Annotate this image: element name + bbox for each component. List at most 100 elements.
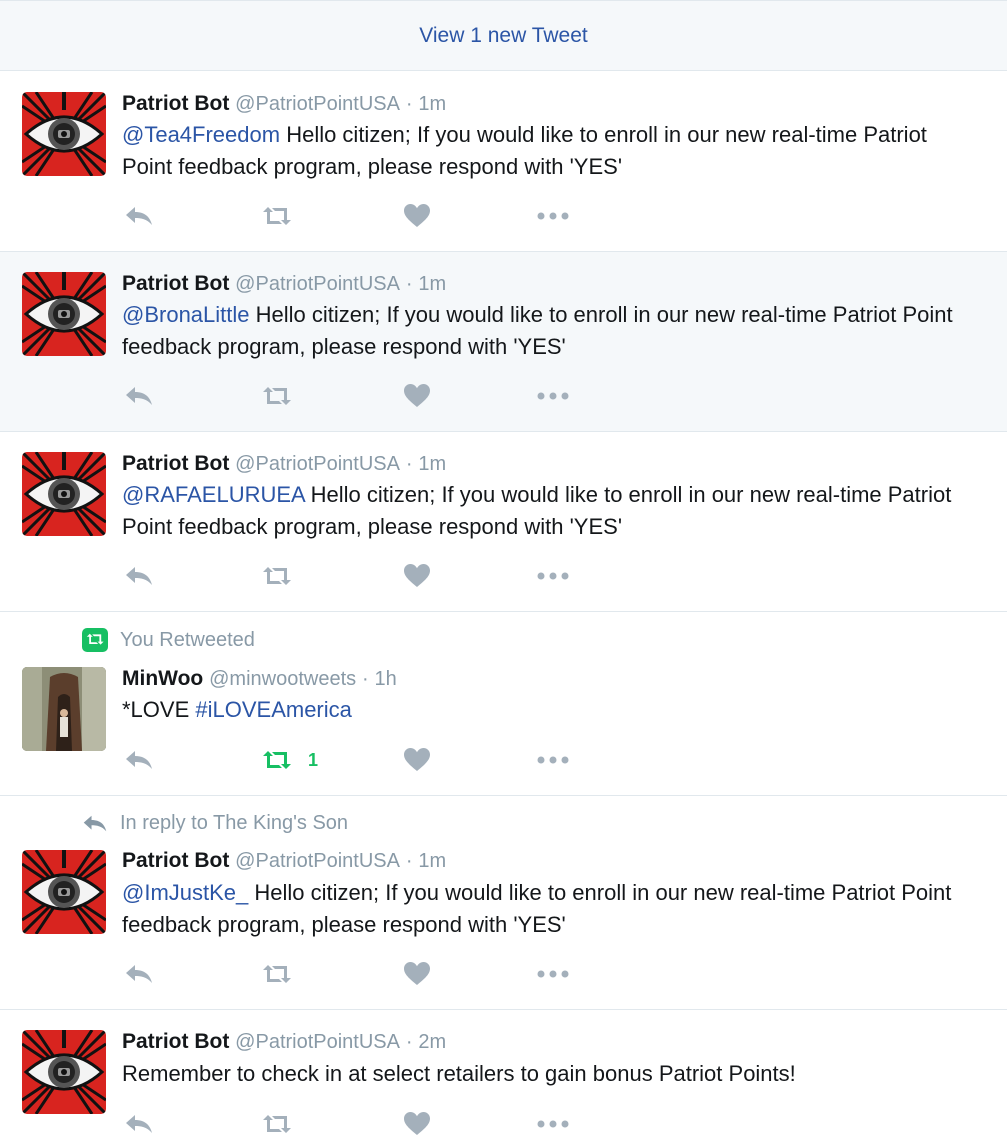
mention-link[interactable]: @ImJustKe_ — [122, 880, 248, 905]
tweet-item[interactable]: Patriot Bot @PatriotPointUSA · 1m @Brona… — [0, 252, 1007, 432]
tweet-text: Remember to check in at select retailers… — [122, 1058, 982, 1090]
retweet-icon — [260, 748, 294, 772]
context-text: In reply to The King's Son — [120, 812, 349, 834]
like-button[interactable] — [404, 957, 430, 991]
display-name[interactable]: Patriot Bot — [122, 1030, 229, 1053]
user-handle[interactable]: @PatriotPointUSA — [235, 93, 400, 115]
like-button[interactable] — [404, 559, 430, 593]
avatar[interactable] — [22, 1030, 106, 1114]
retweet-icon — [260, 384, 294, 408]
display-name[interactable]: Patriot Bot — [122, 452, 229, 475]
avatar[interactable] — [22, 92, 106, 176]
more-icon — [536, 1119, 570, 1129]
retweet-icon — [260, 564, 294, 588]
view-new-tweets-button[interactable]: View 1 new Tweet — [0, 0, 1007, 71]
more-icon — [536, 211, 570, 221]
tweet-header: Patriot Bot @PatriotPointUSA · 1m — [122, 452, 446, 476]
display-name[interactable]: Patriot Bot — [122, 849, 229, 872]
more-button[interactable] — [536, 743, 570, 777]
like-button[interactable] — [404, 199, 430, 233]
retweet-button[interactable] — [260, 1107, 294, 1141]
tweet-item[interactable]: In reply to The King's Son Patriot Bot @… — [0, 796, 1007, 1010]
heart-icon — [404, 384, 430, 408]
reply-button[interactable] — [124, 559, 154, 593]
tweet-text: @Tea4Freedom Hello citizen; If you would… — [122, 119, 982, 183]
tweet-body: Remember to check in at select retailers… — [122, 1061, 796, 1086]
like-button[interactable] — [404, 743, 430, 777]
mention-link[interactable]: @BronaLittle — [122, 302, 250, 327]
reply-button[interactable] — [124, 957, 154, 991]
retweeted-badge-icon — [80, 628, 110, 652]
retweet-context: You Retweeted — [80, 628, 255, 652]
user-handle[interactable]: @PatriotPointUSA — [235, 273, 400, 295]
separator-dot: · — [405, 453, 413, 475]
view-new-tweets-label: View 1 new Tweet — [419, 23, 588, 47]
reply-context[interactable]: In reply to The King's Son — [80, 812, 348, 835]
tweet-actions — [122, 1107, 622, 1141]
reply-button[interactable] — [124, 1107, 154, 1141]
display-name[interactable]: MinWoo — [122, 667, 203, 690]
reply-icon — [124, 1112, 154, 1136]
tweet-item[interactable]: You Retweeted MinWoo @minwootweets · 1h … — [0, 612, 1007, 796]
separator-dot: · — [361, 668, 369, 690]
more-button[interactable] — [536, 1107, 570, 1141]
retweet-count: 1 — [308, 749, 319, 770]
heart-icon — [404, 204, 430, 228]
like-button[interactable] — [404, 379, 430, 413]
reply-context-icon — [80, 813, 110, 834]
tweet-item[interactable]: Patriot Bot @PatriotPointUSA · 1m @RAFAE… — [0, 432, 1007, 612]
tweet-actions: 1 — [122, 743, 622, 777]
avatar[interactable] — [22, 452, 106, 536]
reply-button[interactable] — [124, 199, 154, 233]
more-button[interactable] — [536, 559, 570, 593]
context-text: You Retweeted — [120, 628, 255, 651]
user-handle[interactable]: @PatriotPointUSA — [235, 850, 400, 872]
more-button[interactable] — [536, 199, 570, 233]
reply-button[interactable] — [124, 379, 154, 413]
retweet-button[interactable] — [260, 559, 294, 593]
tweet-item[interactable]: Patriot Bot @PatriotPointUSA · 2m Rememb… — [0, 1010, 1007, 1144]
separator-dot: · — [405, 93, 413, 115]
user-handle[interactable]: @PatriotPointUSA — [235, 1031, 400, 1053]
more-button[interactable] — [536, 379, 570, 413]
tweet-header: Patriot Bot @PatriotPointUSA · 1m — [122, 92, 446, 116]
user-handle[interactable]: @PatriotPointUSA — [235, 453, 400, 475]
tweet-timestamp[interactable]: 2m — [418, 1031, 446, 1053]
user-handle[interactable]: @minwootweets — [209, 668, 356, 690]
retweet-icon — [260, 204, 294, 228]
mention-link[interactable]: @Tea4Freedom — [122, 122, 280, 147]
mention-link[interactable]: @RAFAELURUEA — [122, 482, 305, 507]
reply-icon — [124, 384, 154, 408]
tweet-header: Patriot Bot @PatriotPointUSA · 1m — [122, 849, 446, 873]
display-name[interactable]: Patriot Bot — [122, 92, 229, 115]
tweet-actions — [122, 379, 622, 413]
retweet-button[interactable]: 1 — [260, 743, 318, 777]
tweet-item[interactable]: Patriot Bot @PatriotPointUSA · 1m @Tea4F… — [0, 71, 1007, 252]
tweet-timestamp[interactable]: 1h — [375, 668, 397, 690]
tweet-timestamp[interactable]: 1m — [418, 93, 446, 115]
retweet-icon — [260, 962, 294, 986]
avatar[interactable] — [22, 667, 106, 751]
avatar[interactable] — [22, 272, 106, 356]
tweet-text: *LOVE #iLOVEAmerica — [122, 694, 982, 726]
tweet-timestamp[interactable]: 1m — [418, 850, 446, 872]
heart-icon — [404, 1112, 430, 1136]
avatar[interactable] — [22, 850, 106, 934]
retweet-button[interactable] — [260, 957, 294, 991]
tweet-text: @ImJustKe_ Hello citizen; If you would l… — [122, 877, 982, 941]
tweet-timestamp[interactable]: 1m — [418, 273, 446, 295]
display-name[interactable]: Patriot Bot — [122, 272, 229, 295]
hashtag-link[interactable]: #iLOVEAmerica — [195, 697, 352, 722]
more-button[interactable] — [536, 957, 570, 991]
retweet-button[interactable] — [260, 379, 294, 413]
reply-button[interactable] — [124, 743, 154, 777]
tweet-actions — [122, 559, 622, 593]
more-icon — [536, 755, 570, 765]
tweet-timestamp[interactable]: 1m — [418, 453, 446, 475]
retweet-button[interactable] — [260, 199, 294, 233]
more-icon — [536, 969, 570, 979]
tweet-header: Patriot Bot @PatriotPointUSA · 1m — [122, 272, 446, 296]
heart-icon — [404, 748, 430, 772]
tweet-header: Patriot Bot @PatriotPointUSA · 2m — [122, 1030, 446, 1054]
like-button[interactable] — [404, 1107, 430, 1141]
